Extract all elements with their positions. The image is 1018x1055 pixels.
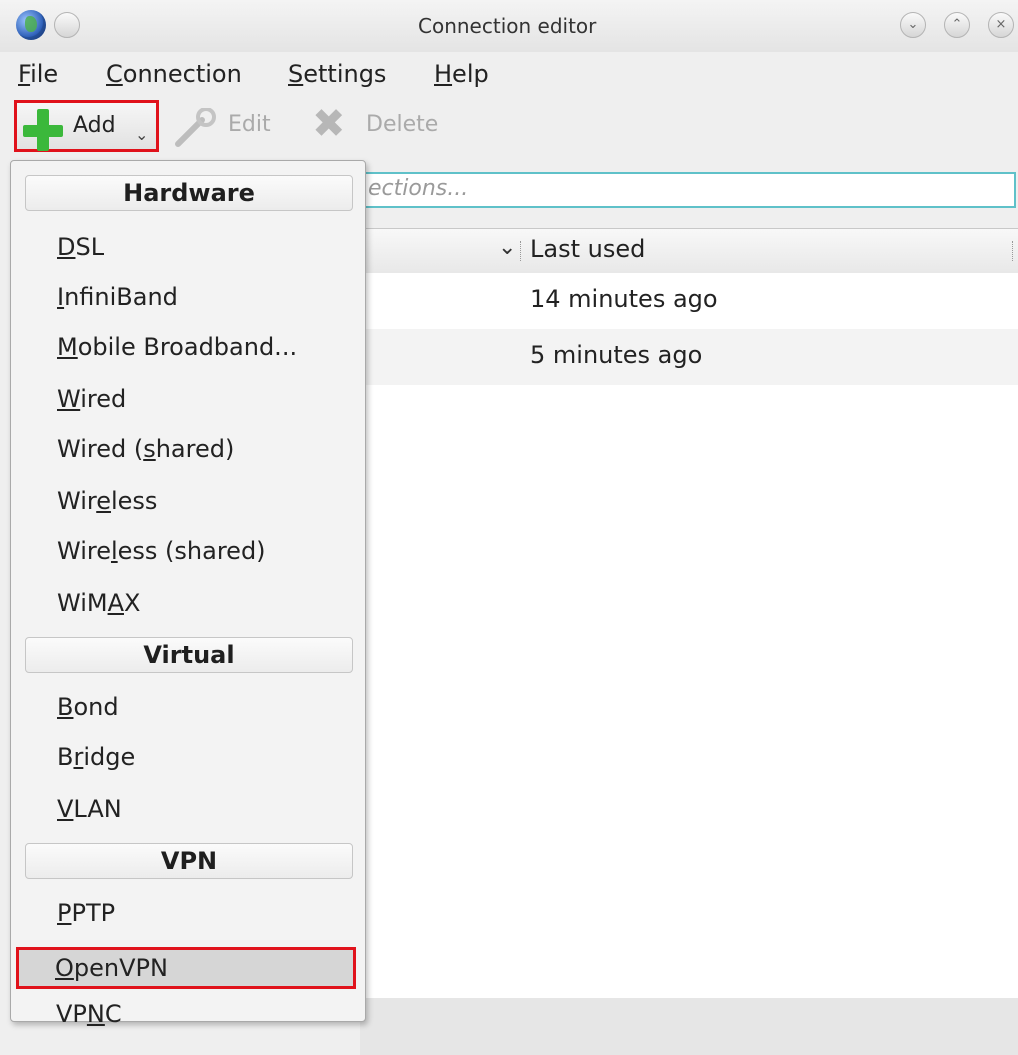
menu-bar: File Connection Settings Help [0, 52, 1018, 94]
menu-item-wireless[interactable]: Wireless [57, 487, 157, 515]
last-used-cell: 5 minutes ago [530, 341, 703, 369]
search-input[interactable]: ections... [360, 172, 1016, 208]
section-hardware: Hardware [25, 175, 353, 211]
menu-item-mnemonic: O [55, 954, 74, 982]
column-separator-end[interactable] [1012, 241, 1014, 261]
add-plus-icon-vertical [37, 109, 49, 151]
app-globe-icon[interactable] [16, 10, 46, 40]
section-virtual: Virtual [25, 637, 353, 673]
menu-file-mnemonic: F [18, 60, 31, 88]
list-header: ⌄ Last used [360, 228, 1018, 274]
menu-item-text: ond [73, 693, 119, 721]
menu-help-label: elp [452, 60, 489, 88]
menu-file-label: ile [30, 60, 59, 88]
menu-settings-label: ettings [303, 60, 387, 88]
add-connection-menu: Hardware DSL InfiniBand Mobile Broadband… [10, 160, 366, 1022]
edit-button[interactable]: Edit [228, 112, 271, 137]
section-vpn: VPN [25, 843, 353, 879]
menu-item-text: WiM [57, 589, 108, 617]
menu-settings-mnemonic: S [288, 60, 304, 88]
menu-item-wired-shared[interactable]: Wired (shared) [57, 435, 234, 463]
menu-item-text: ired [80, 385, 127, 413]
menu-item-pptp[interactable]: PPTP [57, 899, 115, 927]
menu-item-text: Wired ( [57, 435, 144, 463]
menu-item-text: B [57, 743, 74, 771]
delete-button[interactable]: Delete [366, 112, 438, 137]
menu-item-mnemonic: M [57, 333, 78, 361]
menu-item-infiniband[interactable]: InfiniBand [57, 283, 178, 311]
menu-item-text: SL [75, 233, 105, 261]
menu-item-bond[interactable]: Bond [57, 693, 119, 721]
menu-item-text: VP [56, 1000, 87, 1028]
delete-icon[interactable]: ✖ [312, 104, 346, 144]
chevron-down-icon[interactable]: ⌄ [135, 125, 148, 144]
add-button-label: Add [73, 113, 116, 138]
menu-help-mnemonic: H [434, 60, 453, 88]
menu-item-text: hared) [155, 435, 235, 463]
menu-item-mnemonic: B [57, 693, 74, 721]
menu-item-mnemonic: A [107, 589, 124, 617]
menu-help[interactable]: Help [434, 60, 489, 88]
search-placeholder: ections... [368, 176, 469, 201]
menu-connection-label: onnection [122, 60, 242, 88]
menu-item-bridge[interactable]: Bridge [57, 743, 135, 771]
menu-item-wireless-shared[interactable]: Wireless (shared) [57, 537, 266, 565]
menu-item-text: ess (shared) [117, 537, 266, 565]
last-used-cell: 14 minutes ago [530, 285, 718, 313]
menu-item-wired[interactable]: Wired [57, 385, 126, 413]
menu-item-mnemonic: N [86, 1000, 105, 1028]
menu-item-text: PTP [71, 899, 116, 927]
menu-item-mnemonic: V [57, 795, 74, 823]
menu-item-text: Wir [57, 487, 97, 515]
connection-list: 14 minutes ago 5 minutes ago [360, 273, 1018, 998]
menu-item-vpnc[interactable]: VPNC [56, 1000, 122, 1028]
window-menu-icon[interactable] [54, 12, 80, 38]
window-title: Connection editor [418, 14, 597, 38]
menu-item-mnemonic: e [96, 487, 111, 515]
column-separator[interactable] [520, 241, 522, 261]
menu-item-text: X [124, 589, 141, 617]
menu-item-mnemonic: W [57, 385, 81, 413]
menu-connection[interactable]: Connection [106, 60, 242, 88]
menu-item-text: idge [83, 743, 136, 771]
menu-item-openvpn-label: OpenVPN [55, 954, 168, 982]
menu-item-mnemonic: r [73, 743, 84, 771]
menu-item-mobile-broadband[interactable]: Mobile Broadband... [57, 333, 297, 361]
menu-settings[interactable]: Settings [288, 60, 386, 88]
table-row[interactable]: 14 minutes ago [360, 273, 1018, 329]
maximize-icon[interactable]: ⌃ [944, 12, 970, 38]
menu-connection-mnemonic: C [106, 60, 123, 88]
menu-item-text: less [110, 487, 158, 515]
add-button[interactable]: Add ⌄ [14, 100, 159, 152]
title-bar: Connection editor ⌄ ⌃ × [0, 0, 1018, 52]
status-bar [360, 998, 1018, 1055]
menu-item-dsl[interactable]: DSL [57, 233, 104, 261]
menu-item-text: Wire [57, 537, 111, 565]
menu-item-vlan[interactable]: VLAN [57, 795, 122, 823]
menu-item-openvpn[interactable]: OpenVPN [16, 947, 356, 989]
menu-file[interactable]: File [18, 60, 58, 88]
close-icon[interactable]: × [988, 12, 1014, 38]
sort-indicator-icon[interactable]: ⌄ [498, 235, 516, 260]
column-header-last-used[interactable]: Last used [530, 235, 645, 263]
wrench-icon[interactable] [172, 108, 222, 148]
menu-item-text: C [104, 1000, 122, 1028]
menu-item-mnemonic: D [57, 233, 76, 261]
menu-item-mnemonic: P [57, 899, 72, 927]
menu-item-mnemonic: l [110, 537, 118, 565]
menu-item-text: LAN [73, 795, 122, 823]
table-row[interactable]: 5 minutes ago [360, 329, 1018, 385]
menu-item-mnemonic: s [143, 435, 156, 463]
menu-item-text: penVPN [73, 954, 168, 982]
menu-item-text: nfiniBand [64, 283, 178, 311]
menu-item-wimax[interactable]: WiMAX [57, 589, 140, 617]
minimize-icon[interactable]: ⌄ [900, 12, 926, 38]
menu-item-text: obile Broadband... [77, 333, 298, 361]
